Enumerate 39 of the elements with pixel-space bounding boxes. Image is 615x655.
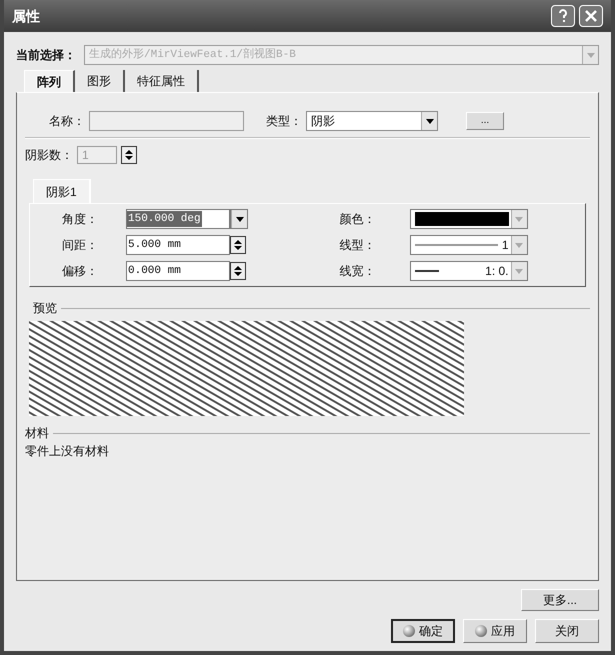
selection-label: 当前选择： [16, 47, 76, 64]
parameter-label: 偏移： [61, 263, 99, 280]
name-field[interactable] [89, 111, 244, 131]
dialog-button[interactable]: 关闭 [535, 619, 599, 643]
dialog-button[interactable]: 确定 [391, 619, 455, 643]
count-label: 阴影数： [25, 147, 73, 164]
name-label: 名称： [49, 113, 85, 130]
type-dropdown[interactable]: 阴影 [306, 111, 438, 131]
close-icon [585, 10, 597, 22]
dialog-button[interactable]: 应用 [463, 619, 527, 643]
spinner-icon[interactable] [230, 262, 246, 280]
type-label: 类型： [266, 113, 302, 130]
value-field[interactable]: 5.000 mm [126, 235, 230, 255]
line-width-dropdown[interactable]: 1: 0. [410, 261, 528, 281]
line-type-dropdown[interactable]: 1 [410, 235, 528, 255]
tab[interactable]: 阵列 [24, 70, 75, 92]
spinner-icon[interactable] [230, 236, 246, 254]
orb-icon [403, 625, 415, 637]
section-heading: 预览 [33, 300, 57, 317]
material-text: 零件上没有材料 [25, 443, 110, 460]
style-label: 线宽： [340, 263, 376, 280]
style-label: 颜色： [340, 211, 376, 228]
angle-dropdown[interactable]: 150.000 deg [126, 209, 230, 229]
close-button[interactable] [579, 5, 603, 27]
parameter-label: 角度： [61, 211, 99, 228]
help-button[interactable] [551, 5, 575, 27]
spinner-icon[interactable] [121, 146, 137, 164]
tab[interactable]: 阴影1 [33, 179, 91, 203]
color-dropdown[interactable] [410, 209, 528, 229]
line-sample [414, 270, 438, 272]
orb-icon [475, 625, 487, 637]
more-button[interactable]: 更多... [521, 589, 599, 611]
section-heading: 材料 [25, 425, 49, 442]
help-icon [558, 9, 568, 23]
value-field[interactable]: 0.000 mm [126, 261, 230, 281]
browse-button[interactable]: ... [466, 112, 504, 130]
style-label: 线型： [340, 237, 376, 254]
window-title: 属性 [12, 6, 40, 26]
parameter-label: 间距： [61, 237, 99, 254]
